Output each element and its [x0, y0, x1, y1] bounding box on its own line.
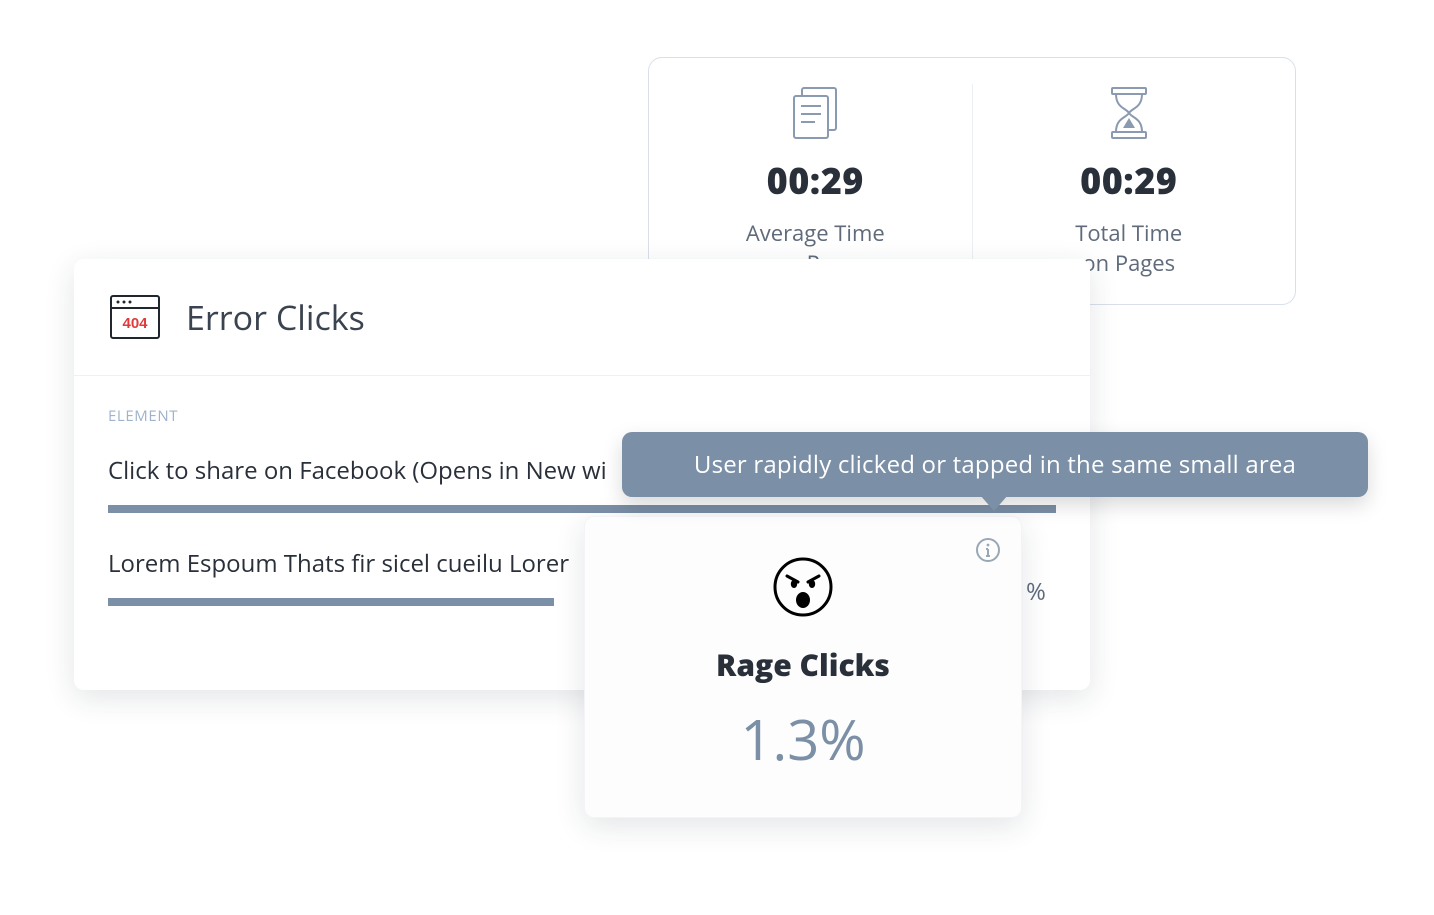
rage-clicks-title: Rage Clicks: [716, 644, 890, 685]
total-time-stat: 00:29 Total Timeon Pages: [972, 84, 1286, 278]
bar-fill: [108, 598, 554, 606]
angry-face-icon: [771, 555, 835, 624]
svg-text:404: 404: [122, 315, 148, 332]
error-404-icon: 404: [108, 291, 162, 343]
bar-fill: [108, 505, 1056, 513]
error-clicks-title: Error Clicks: [186, 294, 365, 340]
error-clicks-header: 404 Error Clicks: [74, 259, 1090, 375]
hourglass-icon: [1106, 84, 1152, 142]
total-time-value: 00:29: [1080, 156, 1177, 205]
rage-clicks-card: Rage Clicks 1.3%: [584, 516, 1022, 818]
rage-clicks-tooltip: User rapidly clicked or tapped in the sa…: [622, 432, 1368, 497]
element-column-label: ELEMENT: [108, 406, 1056, 426]
pages-icon: [788, 84, 842, 142]
total-time-label: Total Timeon Pages: [1075, 219, 1182, 278]
info-icon[interactable]: [975, 537, 1001, 563]
rage-clicks-value: 1.3%: [740, 701, 865, 777]
bar-track: [108, 505, 1056, 513]
avg-time-stat: 00:29 Average Timeon Page: [659, 84, 972, 278]
avg-time-value: 00:29: [767, 156, 864, 205]
hidden-percent-text: %: [1026, 575, 1046, 608]
